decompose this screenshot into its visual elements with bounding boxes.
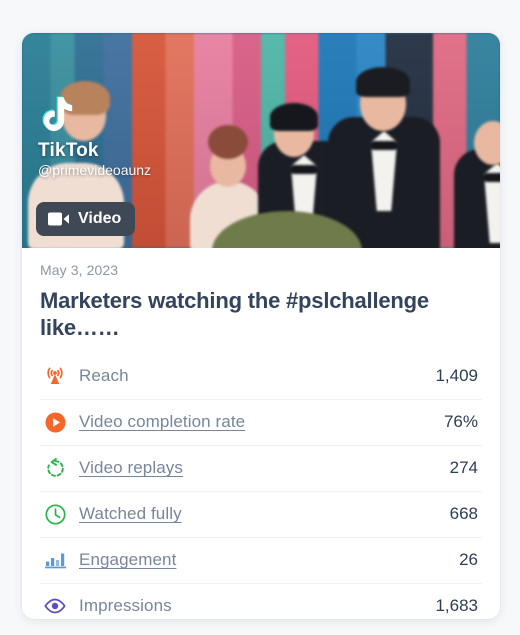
social-post-card: TikTok @primevideoaunz Video May 3, 2023… [22,33,500,619]
metric-row: Engagement 26 [40,538,482,584]
metric-value: 1,409 [435,366,478,386]
metric-row: Video replays 274 [40,446,482,492]
metric-label: Impressions [79,596,172,616]
metrics-list: Reach 1,409 Video completion rate 76% Vi… [40,354,482,619]
reach-broadcast-icon [42,365,68,387]
video-thumbnail[interactable]: TikTok @primevideoaunz Video [22,33,500,248]
metric-label[interactable]: Watched fully [79,504,450,524]
metric-value: 274 [449,458,478,478]
metric-label[interactable]: Video completion rate [79,412,444,432]
post-title: Marketers watching the #pslchallenge lik… [40,288,429,341]
account-handle: @primevideoaunz [38,161,152,178]
metric-label: Reach [79,366,129,386]
platform-name: TikTok [38,140,99,161]
media-type-label: Video [78,210,122,227]
post-date: May 3, 2023 [40,262,119,278]
tiktok-logo-icon [38,95,151,139]
media-type-badge: Video [36,202,136,236]
metric-row: Video completion rate 76% [40,400,482,446]
bar-chart-icon [42,549,68,571]
metric-label[interactable]: Video replays [79,458,450,478]
eye-icon [42,595,68,617]
metric-value: 76% [443,412,478,432]
metric-row: Reach 1,409 [40,354,482,400]
card-body: May 3, 2023 Marketers watching the #pslc… [22,248,500,619]
metric-row: Watched fully 668 [40,492,482,538]
play-circle-icon [42,411,68,433]
video-camera-icon [48,212,69,226]
replay-arrow-icon [42,457,68,479]
clock-icon [42,503,68,525]
metric-value: 26 [459,550,478,570]
metric-value: 1,683 [435,596,478,616]
metric-label[interactable]: Engagement [79,550,459,570]
metric-row: Impressions 1,683 [40,584,482,619]
metric-value: 668 [449,504,478,524]
tiktok-watermark: TikTok @primevideoaunz [38,95,151,179]
